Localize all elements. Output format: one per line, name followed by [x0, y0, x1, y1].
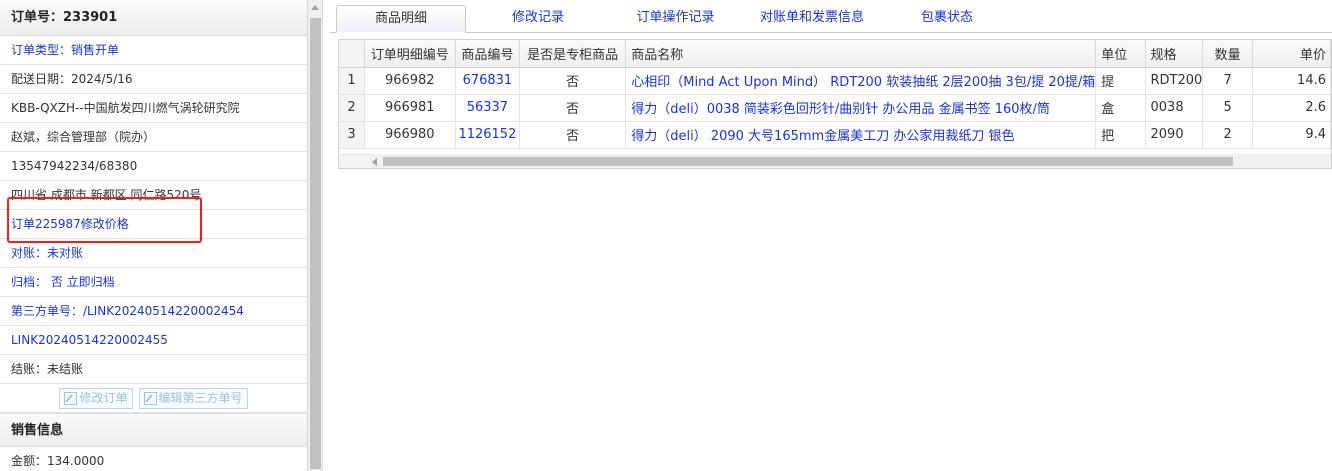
- product-name-link[interactable]: 得力（deli） 2090 大号165mm金属美工刀 办公家用裁纸刀 银色: [625, 121, 1097, 149]
- spec-cell: 0038: [1145, 94, 1204, 122]
- order-info-panel: 订单号：233901 订单类型：销售开单 配送日期：2024/5/16 KBB-…: [0, 0, 308, 471]
- tab-package-status[interactable]: 包裹状态: [906, 5, 988, 33]
- price-cell: 9.4: [1252, 121, 1331, 149]
- third-party-number-row[interactable]: 第三方单号：/LINK20240514220002454: [0, 297, 307, 326]
- edit-order-button[interactable]: 修改订单: [59, 387, 133, 409]
- quantity-cell: 7: [1202, 67, 1254, 95]
- left-panel-scrollbar[interactable]: [308, 0, 323, 471]
- customer-org-row: KBB-QXZH--中国航发四川燃气涡轮研究院: [0, 94, 307, 123]
- detail-tabs: 商品明细 修改记录 订单操作记录 对账单和发票信息 包裹状态: [330, 0, 1332, 33]
- tab-operation-log[interactable]: 订单操作记录: [618, 5, 733, 33]
- tab-invoice-info[interactable]: 对账单和发票信息: [747, 5, 877, 33]
- contact-person-row: 赵斌，综合管理部（院办）: [0, 123, 307, 152]
- action-buttons: 修改订单 编辑第三方单号: [0, 384, 307, 413]
- quantity-cell: 5: [1202, 94, 1254, 122]
- scrollbar-thumb[interactable]: [310, 18, 321, 469]
- grid-corner: [339, 154, 369, 168]
- price-cell: 14.6: [1252, 67, 1331, 95]
- tab-modification-log[interactable]: 修改记录: [486, 5, 590, 33]
- edit-order-label: 修改订单: [79, 390, 128, 405]
- archive-row[interactable]: 归档： 否 立即归档: [0, 268, 307, 297]
- quantity-cell: 2: [1202, 121, 1254, 149]
- table-row[interactable]: 2 966981 56337 否 得力（deli）0038 简装彩色回形针/曲别…: [339, 94, 1331, 122]
- edit-third-party-button[interactable]: 编辑第三方单号: [138, 387, 248, 409]
- product-id-link[interactable]: 1126152: [455, 121, 521, 149]
- grid-horizontal-scrollbar[interactable]: [369, 154, 1331, 168]
- grid-header-row: 订单明细编号 商品编号 是否是专柜商品 商品名称 单位 规格 数量 单价: [339, 40, 1331, 68]
- col-header-counter[interactable]: 是否是专柜商品: [519, 40, 627, 68]
- product-id-link[interactable]: 676831: [455, 67, 521, 95]
- scroll-up-arrow-icon[interactable]: [311, 5, 319, 10]
- scroll-left-arrow-icon[interactable]: [372, 158, 377, 166]
- edit-icon: [143, 391, 157, 405]
- col-header-quantity[interactable]: 数量: [1202, 40, 1254, 68]
- row-index: 2: [339, 94, 365, 122]
- product-name-link[interactable]: 心相印（Mind Act Upon Mind） RDT200 软装抽纸 2层20…: [625, 67, 1097, 95]
- detail-id-cell: 966980: [364, 121, 456, 149]
- tab-product-details[interactable]: 商品明细: [336, 5, 466, 33]
- settlement-status-row: 结账：未结账: [0, 355, 307, 384]
- row-index: 1: [339, 67, 365, 95]
- order-number-title: 订单号：233901: [0, 0, 307, 36]
- amount-row: 金额：134.0000: [0, 447, 307, 471]
- detail-id-cell: 966981: [364, 94, 456, 122]
- counter-cell: 否: [519, 121, 627, 149]
- counter-cell: 否: [519, 67, 627, 95]
- product-id-link[interactable]: 56337: [455, 94, 521, 122]
- col-header-price[interactable]: 单价: [1252, 40, 1331, 68]
- col-header-unit[interactable]: 单位: [1095, 40, 1146, 68]
- col-header-product-id[interactable]: 商品编号: [455, 40, 521, 68]
- sales-info-title: 销售信息: [0, 413, 307, 447]
- third-party-number-row-2[interactable]: LINK20240514220002455: [0, 326, 307, 355]
- unit-cell: 盒: [1095, 94, 1146, 122]
- price-cell: 2.6: [1252, 94, 1331, 122]
- edit-icon: [64, 391, 78, 405]
- unit-cell: 提: [1095, 67, 1146, 95]
- address-row: 四川省 成都市 新都区 同仁路520号: [0, 181, 307, 210]
- delivery-date-row: 配送日期：2024/5/16: [0, 65, 307, 94]
- unit-cell: 把: [1095, 121, 1146, 149]
- price-change-link[interactable]: 订单225987修改价格: [0, 210, 307, 239]
- table-row[interactable]: 3 966980 1126152 否 得力（deli） 2090 大号165mm…: [339, 121, 1331, 149]
- col-header-index: [339, 40, 365, 68]
- reconciliation-status-row[interactable]: 对账：未对账: [0, 239, 307, 268]
- row-index: 3: [339, 121, 365, 149]
- order-detail-panel: 商品明细 修改记录 订单操作记录 对账单和发票信息 包裹状态 订单明细编号 商品…: [330, 0, 1332, 471]
- edit-third-party-label: 编辑第三方单号: [158, 390, 243, 405]
- table-row[interactable]: 1 966982 676831 否 心相印（Mind Act Upon Mind…: [339, 67, 1331, 95]
- counter-cell: 否: [519, 94, 627, 122]
- spec-cell: RDT200: [1145, 67, 1204, 95]
- horizontal-scrollbar-thumb[interactable]: [383, 157, 1233, 166]
- phone-row: 13547942234/68380: [0, 152, 307, 181]
- order-type-row: 订单类型：销售开单: [0, 36, 307, 65]
- col-header-spec[interactable]: 规格: [1145, 40, 1204, 68]
- product-grid: 订单明细编号 商品编号 是否是专柜商品 商品名称 单位 规格 数量 单价 1 9…: [338, 39, 1332, 169]
- col-header-product-name[interactable]: 商品名称: [625, 40, 1097, 68]
- spec-cell: 2090: [1145, 121, 1204, 149]
- col-header-detail-id[interactable]: 订单明细编号: [364, 40, 456, 68]
- detail-id-cell: 966982: [364, 67, 456, 95]
- product-name-link[interactable]: 得力（deli）0038 简装彩色回形针/曲别针 办公用品 金属书签 160枚/…: [625, 94, 1097, 122]
